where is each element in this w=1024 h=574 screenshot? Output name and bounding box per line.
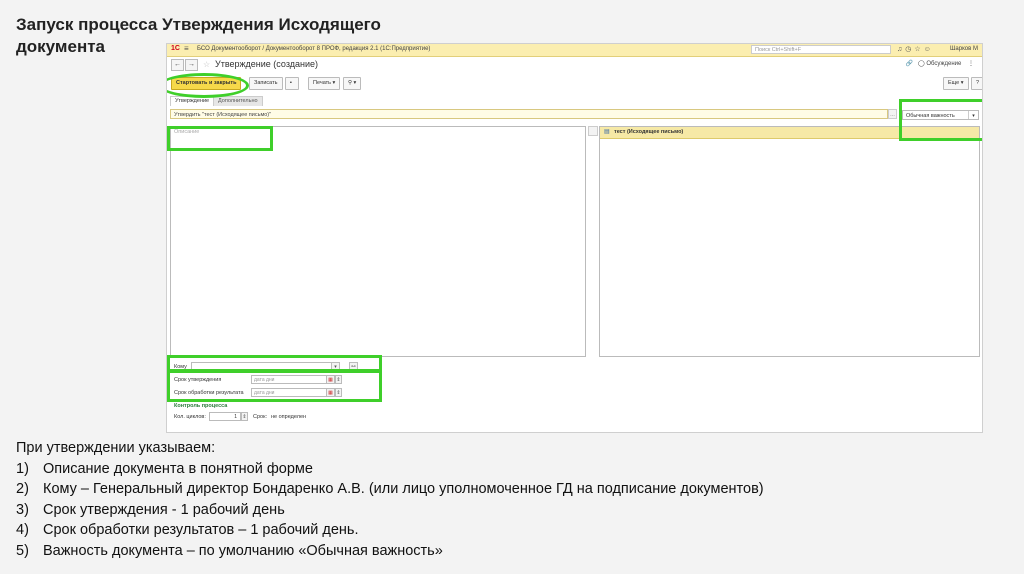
more-button[interactable]: Еще ▾ [943, 77, 969, 90]
cycles-input[interactable]: 1 [209, 412, 241, 421]
current-user[interactable]: Шарков М [950, 46, 978, 52]
print-label: Печать [313, 80, 332, 86]
app-topbar: 1С ≡ БСО Документооборот / Документообор… [167, 44, 982, 57]
document-icon: ▤ [604, 129, 610, 135]
tab-additional[interactable]: Дополнительно [213, 96, 263, 106]
list-number: 4) [16, 522, 29, 538]
more-label: Еще [948, 80, 960, 86]
highlight-start-button [167, 73, 249, 98]
list-item: 1) Описание документа в понятной форме [16, 459, 1016, 480]
history-icon[interactable]: ◷ [905, 46, 914, 53]
list-number: 2) [16, 481, 29, 497]
favorites-icon[interactable]: ☆ [914, 46, 923, 53]
list-item: 5) Важность документа – по умолчанию «Обы… [16, 541, 1016, 562]
header-actions: 🔗 ◯ Обсуждение ⋮ [905, 60, 974, 67]
app-logo: 1С [171, 45, 180, 52]
description-expand-button[interactable] [588, 126, 598, 136]
highlight-importance [899, 99, 982, 141]
notes: При утверждении указываем: 1) Описание до… [16, 438, 1016, 561]
list-text: Срок утверждения - 1 рабочий день [43, 501, 285, 518]
list-item: 4) Срок обработки результатов – 1 рабочий… [16, 520, 1016, 541]
subject-field[interactable]: Утвердить "тест (Исходящее письмо)" [170, 109, 888, 119]
forward-arrow-icon[interactable]: → [185, 59, 198, 71]
highlight-deadlines [167, 370, 382, 402]
list-item: 2) Кому – Генеральный директор Бондаренко… [16, 479, 1016, 500]
form-toolbar: Стартовать и закрыть Записать ▪ Печать ▾… [167, 77, 982, 93]
help-button[interactable]: ? [971, 77, 982, 90]
attachments-panel: ▤ тест (Исходящее письмо) [599, 126, 980, 357]
menu-icon[interactable]: ≡ [184, 44, 189, 53]
more-vert-icon[interactable]: ⋮ [968, 61, 974, 67]
highlight-description [167, 126, 273, 151]
list-text: Описание документа в понятной форме [43, 460, 313, 477]
process-control-heading: Контроль процесса [174, 403, 228, 409]
back-arrow-icon[interactable]: ← [171, 59, 184, 71]
form-header: ← → ☆ Утверждение (создание) 🔗 ◯ Обсужде… [167, 57, 982, 73]
save-doc-icon[interactable]: ▪ [285, 77, 299, 90]
topbar-icons[interactable]: ♫◷☆☺ [897, 45, 934, 53]
list-number: 5) [16, 542, 29, 559]
term-value: не определен [271, 414, 307, 420]
print-button[interactable]: Печать ▾ [308, 77, 341, 90]
list-text: Важность документа – по умолчанию «Обычн… [43, 542, 443, 559]
app-title: БСО Документооборот / Документооборот 8 … [197, 46, 431, 52]
cycles-label: Кол. циклов: [174, 414, 206, 420]
list-text: Срок обработки результатов – 1 рабочий д… [43, 522, 359, 538]
list-text: Кому – Генеральный директор Бондаренко А… [43, 481, 764, 497]
subject-select-button[interactable]: … [888, 109, 897, 119]
term-label: Срок: [253, 414, 268, 420]
bell-icon[interactable]: ♫ [897, 46, 905, 53]
attach-button[interactable]: ⚲ ▾ [343, 77, 362, 90]
form-title: Утверждение (создание) [215, 59, 318, 69]
app-window: 1С ≡ БСО Документооборот / Документообор… [166, 43, 983, 433]
list-item: 3) Срок утверждения - 1 рабочий день [16, 500, 1016, 521]
list-number: 3) [16, 501, 29, 518]
attachment-name[interactable]: тест (Исходящее письмо) [614, 129, 683, 135]
users-icon[interactable]: ☺ [924, 46, 934, 53]
discussion-icon[interactable]: ◯ [918, 61, 925, 67]
save-button[interactable]: Записать [249, 77, 283, 90]
notes-intro: При утверждении указываем: [16, 440, 216, 456]
discussion-link[interactable]: Обсуждение [926, 61, 961, 67]
global-search-input[interactable]: Поиск Ctrl+Shift+F [751, 45, 891, 54]
paperclip-icon: ⚲ [348, 80, 353, 86]
description-textarea[interactable]: Описание [170, 126, 586, 357]
list-number: 1) [16, 460, 29, 477]
stepper-icon[interactable]: ⇕ [241, 412, 248, 421]
link-icon[interactable]: 🔗 [905, 61, 912, 67]
favorite-star-icon[interactable]: ☆ [203, 60, 210, 69]
